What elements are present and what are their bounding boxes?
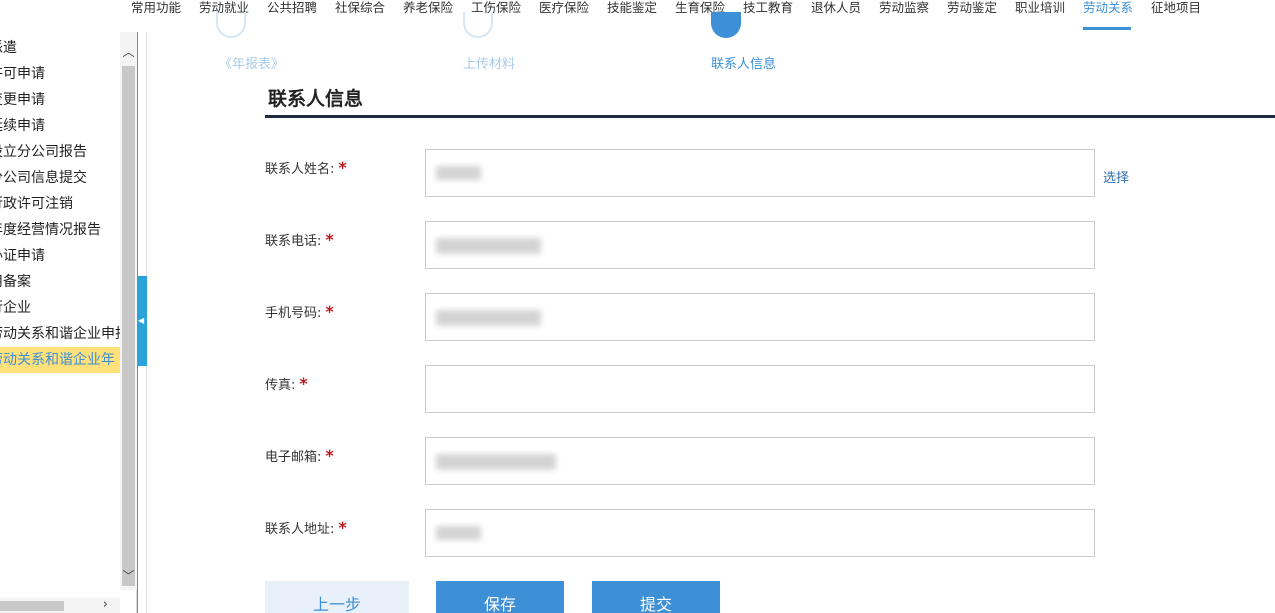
previous-step-button[interactable]: 上一步	[265, 581, 409, 613]
redacted-value	[436, 166, 481, 180]
nav-active-indicator	[1083, 27, 1131, 30]
required-mark: *	[325, 446, 334, 465]
sidebar-item[interactable]: 劳动关系和谐企业申报	[0, 321, 120, 347]
email-label: 电子邮箱: *	[265, 446, 334, 465]
sidebar-item[interactable]: 行政许可注销	[0, 191, 120, 217]
mobile-label: 手机号码: *	[265, 302, 334, 321]
scroll-down-icon[interactable]: ﹀	[120, 568, 137, 585]
redacted-value	[436, 310, 541, 326]
save-button[interactable]: 保存	[436, 581, 564, 613]
top-nav: 常用功能 劳动就业 公共招聘 社保综合 养老保险 工伤保险 医疗保险 技能鉴定 …	[0, 0, 1275, 32]
required-mark: *	[299, 374, 308, 393]
nav-item-retirees[interactable]: 退休人员	[811, 0, 861, 30]
nav-item-labor-relations[interactable]: 劳动关系	[1083, 0, 1133, 30]
sidebar-item[interactable]: 设立分公司报告	[0, 139, 120, 165]
nav-item-medical-insurance[interactable]: 医疗保险	[539, 0, 589, 30]
nav-item-common[interactable]: 常用功能	[131, 0, 181, 30]
nav-item-pension[interactable]: 养老保险	[403, 0, 453, 30]
sidebar-item[interactable]: 年度经营情况报告	[0, 217, 120, 243]
sidebar-vertical-scrollbar[interactable]: ︿ ﹀	[120, 32, 137, 590]
sidebar-item[interactable]: 办证申请	[0, 243, 120, 269]
nav-item-skill-appraisal[interactable]: 技能鉴定	[607, 0, 657, 30]
step-label: 《年报表》	[219, 57, 285, 72]
fax-label: 传真: *	[265, 374, 308, 393]
nav-item-recruitment[interactable]: 公共招聘	[267, 0, 317, 30]
contact-name-field[interactable]	[425, 149, 1095, 197]
step-indicator-done	[216, 12, 246, 38]
nav-item-technical-education[interactable]: 技工教育	[743, 0, 793, 30]
section-divider	[265, 115, 1275, 118]
redacted-value	[436, 454, 556, 470]
sidebar-item[interactable]: 分公司信息提交	[0, 165, 120, 191]
sidebar-item[interactable]: 派遣	[0, 35, 120, 61]
contact-name-label: 联系人姓名: *	[265, 158, 347, 177]
redacted-value	[436, 526, 481, 540]
nav-item-labor-appraisal[interactable]: 劳动鉴定	[947, 0, 997, 30]
mobile-field[interactable]	[425, 293, 1095, 341]
step-indicator-current	[711, 12, 741, 38]
scroll-up-icon[interactable]: ︿	[120, 44, 137, 61]
required-mark: *	[338, 518, 347, 537]
nav-item-vocational-training[interactable]: 职业培训	[1015, 0, 1065, 30]
contact-phone-field[interactable]	[425, 221, 1095, 269]
required-mark: *	[338, 158, 347, 177]
scrollbar-thumb[interactable]	[122, 66, 135, 586]
scroll-right-icon[interactable]: ›	[103, 597, 108, 612]
nav-item-land-project[interactable]: 征地项目	[1151, 0, 1201, 30]
contact-address-label: 联系人地址: *	[265, 518, 347, 537]
sidebar-item[interactable]: 许可申请	[0, 61, 120, 87]
redacted-value	[436, 238, 541, 254]
email-field[interactable]	[425, 437, 1095, 485]
step-indicator-done	[463, 12, 493, 38]
fax-field[interactable]	[425, 365, 1095, 413]
sidebar-item[interactable]: 变更申请	[0, 87, 120, 113]
sidebar-item[interactable]: 用备案	[0, 269, 120, 295]
sidebar-item[interactable]: 行企业	[0, 295, 120, 321]
nav-item-social-security[interactable]: 社保综合	[335, 0, 385, 30]
select-contact-link[interactable]: 选择	[1103, 167, 1129, 186]
sidebar: 派遣 许可申请 变更申请 延续申请 设立分公司报告 分公司信息提交 行政许可注销…	[0, 32, 137, 613]
sidebar-collapse-toggle[interactable]: ◀	[137, 276, 147, 366]
sidebar-item[interactable]: 延续申请	[0, 113, 120, 139]
chevron-left-icon: ◀	[138, 316, 145, 325]
submit-button[interactable]: 提交	[592, 581, 720, 613]
sidebar-horizontal-scrollbar[interactable]: ›	[0, 597, 120, 613]
required-mark: *	[325, 302, 334, 321]
section-title: 联系人信息	[268, 88, 364, 110]
sidebar-item-active[interactable]: 劳动关系和谐企业年	[0, 347, 120, 373]
contact-address-field[interactable]	[425, 509, 1095, 557]
step-label-current: 联系人信息	[711, 57, 777, 72]
nav-item-labor-inspection[interactable]: 劳动监察	[879, 0, 929, 30]
required-mark: *	[325, 230, 334, 249]
scrollbar-thumb[interactable]	[0, 601, 64, 611]
contact-phone-label: 联系电话: *	[265, 230, 334, 249]
step-label: 上传材料	[463, 57, 516, 72]
